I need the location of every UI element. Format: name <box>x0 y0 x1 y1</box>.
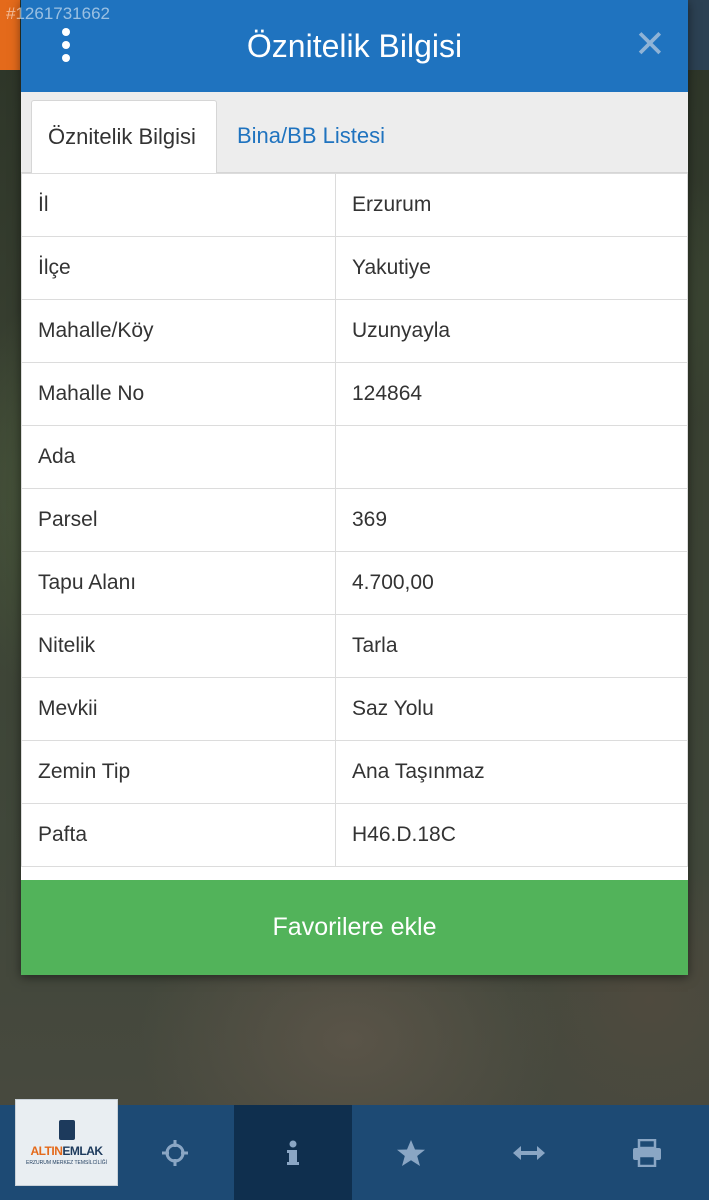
altin-emlak-logo: ALTINEMLAK ERZURUM MERKEZ TEMSİLCİLİĞİ <box>15 1099 118 1186</box>
row-key: Tapu Alanı <box>21 551 336 615</box>
row-value: Uzunyayla <box>335 299 688 363</box>
attribute-table: İl Erzurum İlçe Yakutiye Mahalle/Köy Uzunya… <box>21 173 688 867</box>
watermark-text: #1261731662 <box>6 4 111 23</box>
table-row: Mevkii Saz Yolu <box>21 677 688 741</box>
dialog-header: Öznitelik Bilgisi ✕ <box>21 0 688 92</box>
row-key: İl <box>21 173 336 237</box>
locate-button[interactable] <box>116 1105 234 1200</box>
row-value: H46.D.18C <box>335 803 688 867</box>
row-value: Erzurum <box>335 173 688 237</box>
logo-mark-icon <box>58 1119 75 1140</box>
logo-subtitle: ERZURUM MERKEZ TEMSİLCİLİĞİ <box>25 1159 108 1166</box>
info-icon <box>287 1140 299 1165</box>
row-key: İlçe <box>21 236 336 300</box>
row-key: Nitelik <box>21 614 336 678</box>
measure-button[interactable] <box>470 1105 588 1200</box>
row-value <box>335 425 688 489</box>
row-key: Mevkii <box>21 677 336 741</box>
tab-attribute-info[interactable]: Öznitelik Bilgisi <box>31 100 217 173</box>
dialog-title: Öznitelik Bilgisi <box>246 28 463 64</box>
row-value: 124864 <box>335 362 688 426</box>
row-value: Yakutiye <box>335 236 688 300</box>
more-vertical-icon[interactable] <box>57 28 75 62</box>
row-key: Parsel <box>21 488 336 552</box>
row-value: Saz Yolu <box>335 677 688 741</box>
logo-brand: ALTINEMLAK <box>30 1143 103 1158</box>
logo-brand-left: ALTIN <box>30 1143 63 1158</box>
table-row: İlçe Yakutiye <box>21 236 688 300</box>
row-key: Ada <box>21 425 336 489</box>
tab-building-list[interactable]: Bina/BB Listesi <box>221 100 401 172</box>
row-key: Mahalle/Köy <box>21 299 336 363</box>
row-value: Tarla <box>335 614 688 678</box>
table-row: Ada <box>21 425 688 489</box>
row-key: Zemin Tip <box>21 740 336 804</box>
table-row: Nitelik Tarla <box>21 614 688 678</box>
table-row: İl Erzurum <box>21 173 688 237</box>
table-row: Mahalle/Köy Uzunyayla <box>21 299 688 363</box>
row-value: Ana Taşınmaz <box>335 740 688 804</box>
table-row: Zemin Tip Ana Taşınmaz <box>21 740 688 804</box>
star-icon <box>397 1139 425 1166</box>
row-key: Mahalle No <box>21 362 336 426</box>
info-button[interactable] <box>234 1105 352 1200</box>
favorites-button[interactable] <box>352 1105 470 1200</box>
print-button[interactable] <box>588 1105 706 1200</box>
row-value: 369 <box>335 488 688 552</box>
close-icon[interactable]: ✕ <box>634 26 666 64</box>
tab-bar: Öznitelik Bilgisi Bina/BB Listesi <box>21 92 688 173</box>
attribute-dialog: Öznitelik Bilgisi ✕ Öznitelik Bilgisi Bi… <box>21 0 688 975</box>
table-row: Pafta H46.D.18C <box>21 803 688 867</box>
add-to-favorites-button[interactable]: Favorilere ekle <box>21 880 688 975</box>
logo-brand-right: EMLAK <box>62 1143 103 1158</box>
crosshair-icon <box>162 1139 188 1166</box>
row-key: Pafta <box>21 803 336 867</box>
row-value: 4.700,00 <box>335 551 688 615</box>
table-row: Tapu Alanı 4.700,00 <box>21 551 688 615</box>
table-row: Mahalle No 124864 <box>21 362 688 426</box>
print-icon <box>633 1138 661 1167</box>
horizontal-arrows-icon <box>513 1145 545 1160</box>
table-row: Parsel 369 <box>21 488 688 552</box>
top-right-strip <box>688 0 709 70</box>
